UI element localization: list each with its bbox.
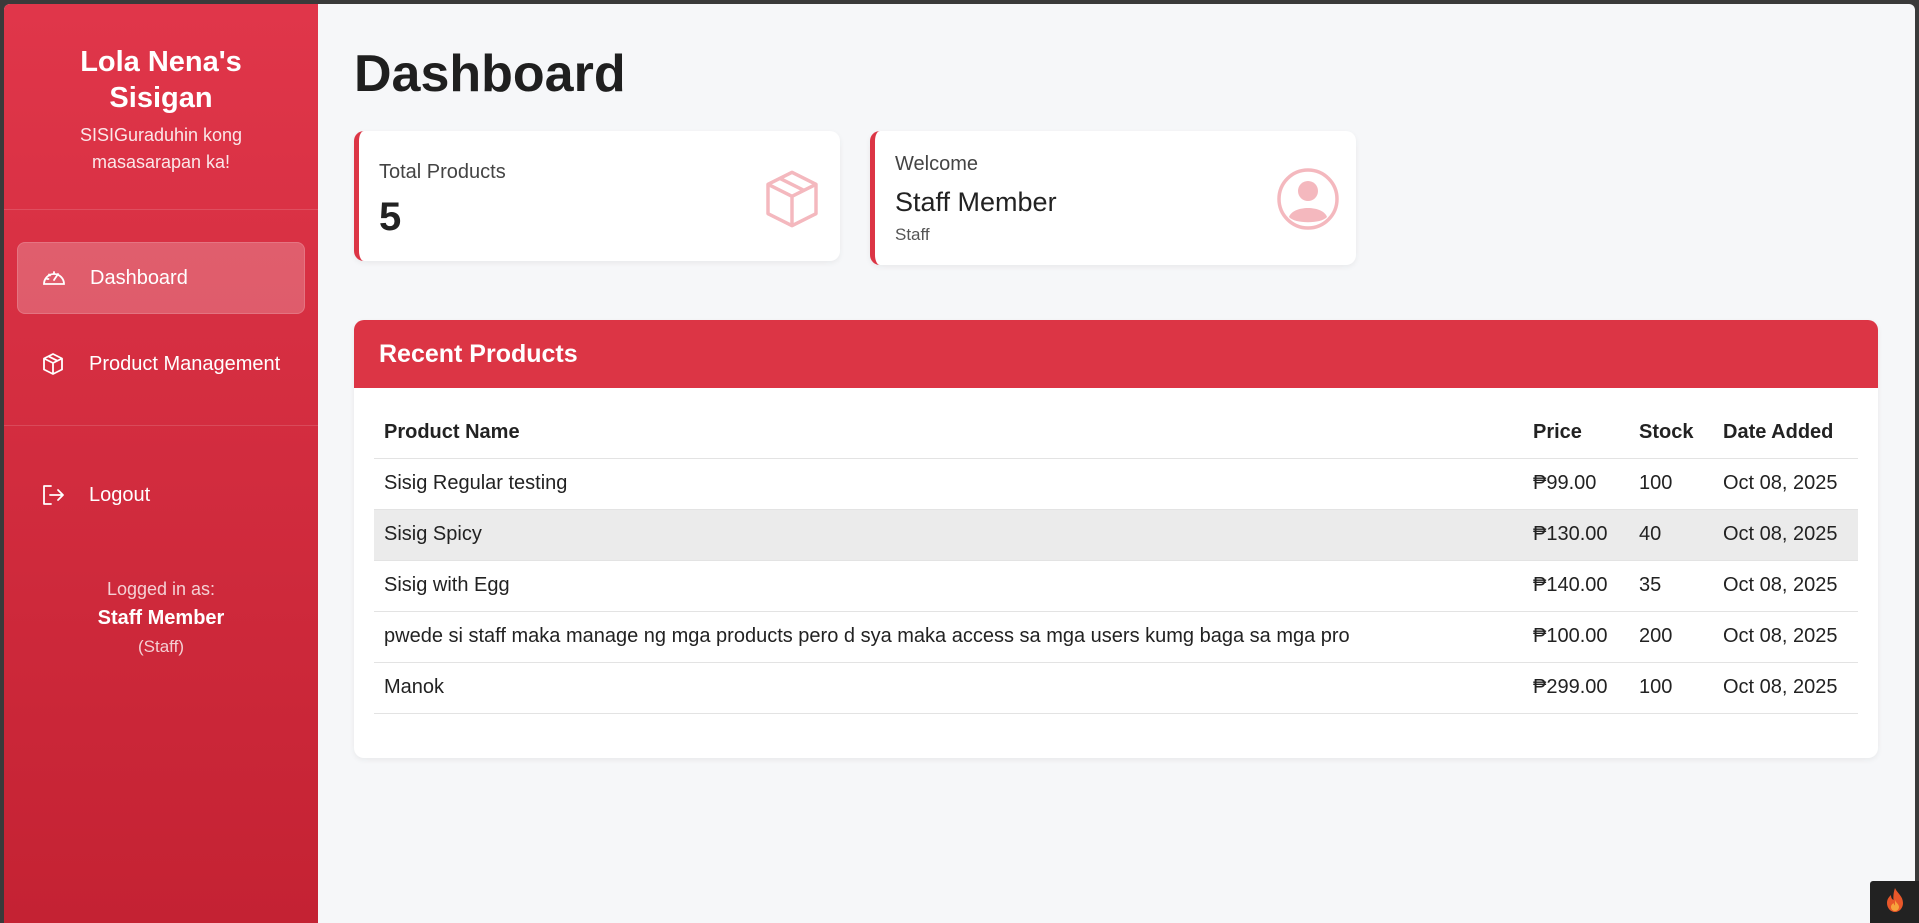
sidebar-item-label: Product Management — [89, 352, 281, 375]
cell-price: ₱99.00 — [1523, 458, 1629, 510]
main-content: Dashboard Total Products 5 Welcome Staff… — [318, 4, 1915, 923]
column-header-product-name: Product Name — [374, 408, 1523, 459]
table-row: pwede si staff maka manage ng mga produc… — [374, 611, 1858, 663]
recent-products-title: Recent Products — [354, 320, 1878, 388]
cell-price: ₱100.00 — [1523, 611, 1629, 663]
total-products-value: 5 — [379, 195, 402, 239]
sidebar-item-label: Logout — [89, 483, 151, 506]
sidebar-divider — [4, 425, 318, 426]
brand-title: Lola Nena's Sisigan — [80, 46, 242, 114]
cell-product-name: Sisig with Egg — [374, 560, 1523, 612]
cell-price: ₱130.00 — [1523, 509, 1629, 561]
welcome-label: Welcome — [895, 153, 978, 175]
page-title: Dashboard — [354, 45, 626, 103]
total-products-card: Total Products 5 — [354, 131, 840, 261]
cell-stock: 200 — [1629, 611, 1713, 663]
recent-products-panel: Recent Products Product Name Price Stock… — [354, 320, 1878, 758]
cell-product-name: Sisig Regular testing — [374, 458, 1523, 510]
brand: Lola Nena's Sisigan SISIGuraduhin kong m… — [4, 4, 318, 210]
column-header-stock: Stock — [1629, 408, 1713, 459]
cell-date-added: Oct 08, 2025 — [1713, 458, 1858, 510]
table-row: Manok ₱299.00 100 Oct 08, 2025 — [374, 662, 1858, 714]
cell-product-name: pwede si staff maka manage ng mga produc… — [374, 611, 1523, 663]
total-products-label: Total Products — [379, 161, 506, 183]
cell-product-name: Sisig Spicy — [374, 509, 1523, 561]
sidebar-item-dashboard[interactable]: Dashboard — [17, 242, 305, 314]
cell-date-added: Oct 08, 2025 — [1713, 509, 1858, 561]
flame-button[interactable] — [1870, 881, 1919, 923]
sidebar-item-product-management[interactable]: Product Management — [17, 328, 305, 400]
logged-in-user-name: Staff Member — [97, 607, 225, 629]
app-window: Lola Nena's Sisigan SISIGuraduhin kong m… — [4, 4, 1915, 923]
table-row: Sisig Spicy ₱130.00 40 Oct 08, 2025 — [374, 509, 1858, 561]
box-icon — [39, 350, 67, 378]
welcome-user-name: Staff Member — [895, 187, 1057, 217]
table-header-row: Product Name Price Stock Date Added — [374, 408, 1858, 459]
table-row: Sisig Regular testing ₱99.00 100 Oct 08,… — [374, 458, 1858, 510]
recent-products-table: Product Name Price Stock Date Added Sisi… — [374, 408, 1858, 714]
cell-date-added: Oct 08, 2025 — [1713, 611, 1858, 663]
flame-icon — [1884, 887, 1906, 918]
column-header-date-added: Date Added — [1713, 408, 1858, 459]
user-circle-icon — [1276, 167, 1340, 231]
logout-icon — [39, 481, 67, 509]
cell-price: ₱299.00 — [1523, 662, 1629, 714]
logged-in-info: Logged in as: Staff Member (Staff) — [4, 575, 318, 661]
cell-price: ₱140.00 — [1523, 560, 1629, 612]
cell-date-added: Oct 08, 2025 — [1713, 662, 1858, 714]
table-row: Sisig with Egg ₱140.00 35 Oct 08, 2025 — [374, 560, 1858, 612]
logged-in-user-role: (Staff) — [138, 637, 184, 656]
column-header-price: Price — [1523, 408, 1629, 459]
welcome-user-role: Staff — [895, 225, 930, 244]
cell-stock: 100 — [1629, 458, 1713, 510]
sidebar-nav: Dashboard Product Management — [4, 242, 318, 400]
logged-in-label: Logged in as: — [106, 579, 216, 599]
cell-date-added: Oct 08, 2025 — [1713, 560, 1858, 612]
speedometer-icon — [40, 264, 68, 292]
sidebar: Lola Nena's Sisigan SISIGuraduhin kong m… — [4, 4, 318, 923]
welcome-card: Welcome Staff Member Staff — [870, 131, 1356, 265]
box-icon — [760, 167, 824, 231]
cell-stock: 100 — [1629, 662, 1713, 714]
cell-product-name: Manok — [374, 662, 1523, 714]
sidebar-item-label: Dashboard — [90, 266, 188, 289]
cell-stock: 35 — [1629, 560, 1713, 612]
sidebar-item-logout[interactable]: Logout — [17, 459, 305, 531]
brand-tagline: SISIGuraduhin kong masasarapan ka! — [79, 125, 243, 172]
cell-stock: 40 — [1629, 509, 1713, 561]
